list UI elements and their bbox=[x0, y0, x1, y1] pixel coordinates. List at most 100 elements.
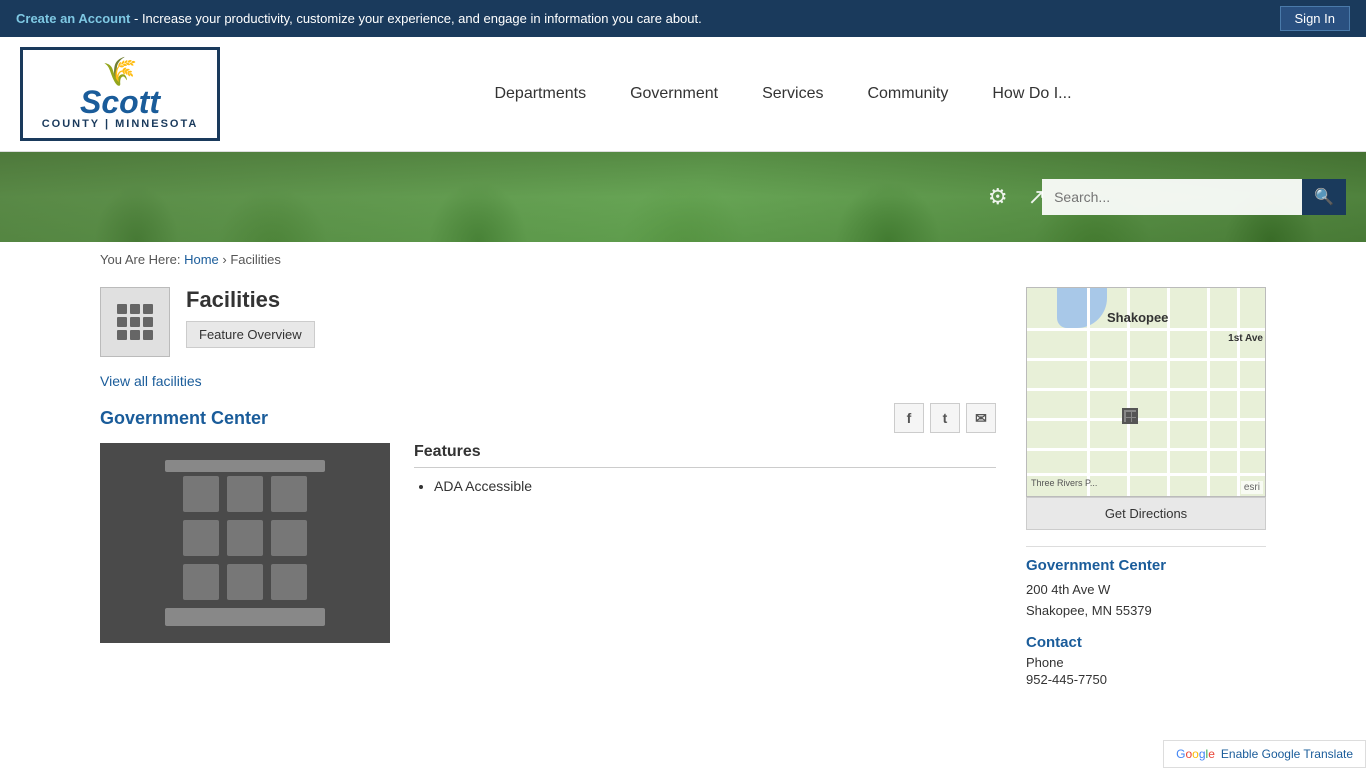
email-icon: ✉ bbox=[975, 410, 987, 427]
google-icon: Google bbox=[1176, 747, 1215, 761]
feature-item-ada: ADA Accessible bbox=[434, 478, 996, 494]
breadcrumb-prefix: You Are Here: bbox=[100, 252, 184, 267]
logo-name: Scott bbox=[80, 86, 160, 118]
enable-translate-link[interactable]: Enable Google Translate bbox=[1221, 747, 1353, 761]
create-account-link[interactable]: Create an Account bbox=[16, 11, 130, 26]
features-list: ADA Accessible bbox=[414, 478, 996, 494]
nav-menu: Departments Government Services Communit… bbox=[472, 55, 1093, 133]
map-label-shakopee: Shakopee bbox=[1107, 310, 1168, 325]
breadcrumb-current: Facilities bbox=[230, 252, 281, 267]
breadcrumb: You Are Here: Home › Facilities bbox=[0, 242, 1366, 277]
nav-link-community[interactable]: Community bbox=[845, 55, 970, 133]
nav-item-community[interactable]: Community bbox=[845, 55, 970, 133]
map-label-1st-ave: 1st Ave bbox=[1228, 333, 1263, 344]
logo[interactable]: 🌾 Scott COUNTY | MINNESOTA bbox=[20, 37, 220, 151]
translate-bar: Google Enable Google Translate bbox=[1163, 740, 1366, 768]
main-nav: Departments Government Services Communit… bbox=[220, 55, 1346, 133]
logo-sub: COUNTY | MINNESOTA bbox=[42, 118, 199, 130]
search-bar: 🔍 bbox=[1042, 179, 1346, 215]
sidebar-phone: 952-445-7750 bbox=[1026, 672, 1266, 687]
search-button[interactable]: 🔍 bbox=[1302, 179, 1346, 215]
icon-cell-8 bbox=[130, 330, 140, 340]
twitter-icon: t bbox=[943, 410, 948, 426]
settings-icon[interactable]: ⚙ bbox=[988, 184, 1008, 210]
icon-cell-1 bbox=[117, 304, 127, 314]
map-road-h2 bbox=[1027, 358, 1265, 361]
facility-image bbox=[100, 443, 390, 643]
icon-cell-6 bbox=[143, 317, 153, 327]
icon-cell-9 bbox=[143, 330, 153, 340]
sign-in-button[interactable]: Sign In bbox=[1280, 6, 1350, 31]
facebook-icon: f bbox=[907, 410, 912, 426]
building-top bbox=[165, 460, 325, 472]
facility-icon bbox=[100, 287, 170, 357]
view-all-facilities-link[interactable]: View all facilities bbox=[100, 373, 996, 389]
header: 🌾 Scott COUNTY | MINNESOTA Departments G… bbox=[0, 37, 1366, 152]
map-container[interactable]: Shakopee 1st Ave Three Rivers P... esri bbox=[1026, 287, 1266, 497]
sidebar-address-line2: Shakopee, MN 55379 bbox=[1026, 603, 1152, 618]
nav-link-government[interactable]: Government bbox=[608, 55, 740, 133]
main-content: Facilities Feature Overview View all fac… bbox=[0, 277, 1366, 717]
sidebar-phone-label: Phone bbox=[1026, 655, 1266, 670]
facility-body: Features ADA Accessible bbox=[100, 443, 996, 643]
building-cell-1 bbox=[183, 476, 219, 512]
facility-features: Features ADA Accessible bbox=[414, 443, 996, 643]
twitter-share-button[interactable]: t bbox=[930, 403, 960, 433]
search-input[interactable] bbox=[1042, 179, 1302, 215]
hero-tools: ⚙ ↗ bbox=[988, 184, 1046, 210]
map-esri-label: esri bbox=[1241, 481, 1263, 494]
map-background: Shakopee 1st Ave Three Rivers P... esri bbox=[1027, 288, 1265, 496]
building-bottom bbox=[165, 608, 325, 626]
map-three-rivers-label: Three Rivers P... bbox=[1031, 478, 1097, 488]
map-road-v1 bbox=[1087, 288, 1090, 496]
breadcrumb-home[interactable]: Home bbox=[184, 252, 219, 267]
sidebar-address: 200 4th Ave W Shakopee, MN 55379 bbox=[1026, 580, 1266, 622]
social-icons: f t ✉ bbox=[894, 403, 996, 433]
building-cell-9 bbox=[271, 564, 307, 600]
building-cell-4 bbox=[183, 520, 219, 556]
map-road-v5 bbox=[1237, 288, 1240, 496]
nav-link-departments[interactable]: Departments bbox=[472, 55, 608, 133]
building-cell-7 bbox=[183, 564, 219, 600]
hero-banner: ⚙ ↗ 🔍 bbox=[0, 152, 1366, 242]
map-road-v4 bbox=[1207, 288, 1210, 496]
sidebar-address-line1: 200 4th Ave W bbox=[1026, 582, 1110, 597]
nav-item-departments[interactable]: Departments bbox=[472, 55, 608, 133]
email-share-button[interactable]: ✉ bbox=[966, 403, 996, 433]
top-bar: Create an Account - Increase your produc… bbox=[0, 0, 1366, 37]
nav-item-government[interactable]: Government bbox=[608, 55, 740, 133]
nav-link-services[interactable]: Services bbox=[740, 55, 845, 133]
sidebar: Shakopee 1st Ave Three Rivers P... esri … bbox=[1026, 287, 1266, 687]
building-cell-2 bbox=[227, 476, 263, 512]
nav-item-how-do-i[interactable]: How Do I... bbox=[970, 55, 1093, 133]
facility-icon-grid bbox=[117, 304, 153, 340]
map-road-h1 bbox=[1027, 328, 1265, 331]
get-directions-button[interactable]: Get Directions bbox=[1026, 497, 1266, 530]
map-road-h4 bbox=[1027, 418, 1265, 421]
icon-cell-7 bbox=[117, 330, 127, 340]
map-road-h5 bbox=[1027, 448, 1265, 451]
facility-card-title-text: Government Center bbox=[100, 408, 268, 429]
sidebar-contact-title: Contact bbox=[1026, 634, 1266, 651]
nav-link-how-do-i[interactable]: How Do I... bbox=[970, 55, 1093, 133]
nav-item-services[interactable]: Services bbox=[740, 55, 845, 133]
building-cell-5 bbox=[227, 520, 263, 556]
icon-cell-4 bbox=[117, 317, 127, 327]
map-water bbox=[1057, 288, 1107, 328]
content-area: Facilities Feature Overview View all fac… bbox=[100, 287, 996, 687]
building-cell-6 bbox=[271, 520, 307, 556]
sidebar-location-title: Government Center bbox=[1026, 557, 1266, 574]
map-marker bbox=[1122, 408, 1138, 424]
icon-cell-3 bbox=[143, 304, 153, 314]
feature-overview-button[interactable]: Feature Overview bbox=[186, 321, 315, 348]
top-bar-text: Create an Account - Increase your produc… bbox=[16, 11, 702, 26]
sidebar-info: Government Center 200 4th Ave W Shakopee… bbox=[1026, 546, 1266, 687]
building-cell-8 bbox=[227, 564, 263, 600]
icon-cell-2 bbox=[130, 304, 140, 314]
page-title: Facilities bbox=[186, 287, 315, 313]
facebook-share-button[interactable]: f bbox=[894, 403, 924, 433]
map-road-h3 bbox=[1027, 388, 1265, 391]
building-grid bbox=[183, 476, 307, 600]
building-graphic bbox=[165, 460, 325, 626]
building-cell-3 bbox=[271, 476, 307, 512]
